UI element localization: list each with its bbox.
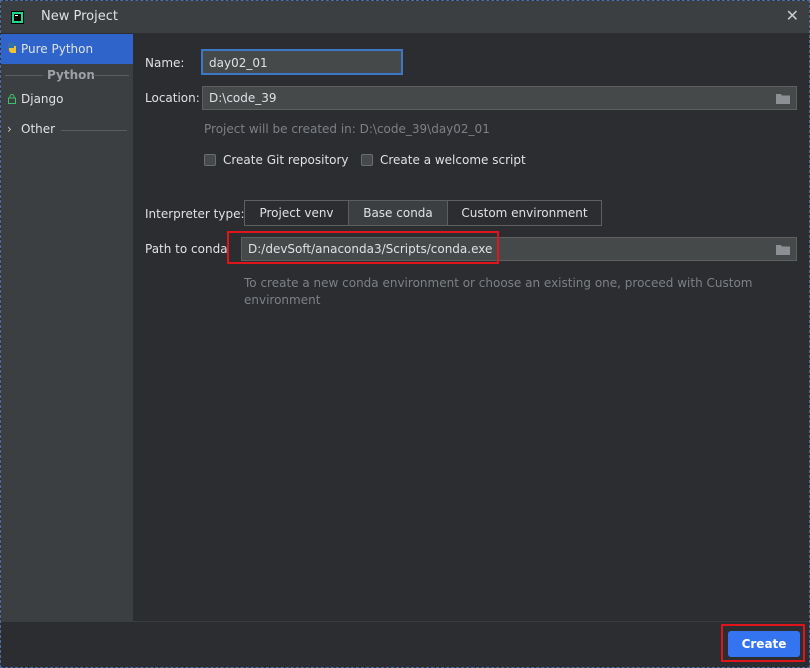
sidebar-item-label: Django <box>21 92 64 106</box>
location-field[interactable]: D:\code_39 <box>202 86 797 110</box>
sidebar-item-django[interactable]: Django <box>1 84 133 114</box>
close-icon[interactable]: ✕ <box>786 7 799 25</box>
location-label: Location: <box>145 91 200 105</box>
sidebar-item-label: Pure Python <box>21 42 94 56</box>
welcome-script-checkbox[interactable] <box>361 154 373 166</box>
sidebar-item-other[interactable]: › Other <box>1 114 133 144</box>
tab-project-venv[interactable]: Project venv <box>244 200 349 226</box>
name-label: Name: <box>145 56 185 70</box>
tab-base-conda[interactable]: Base conda <box>348 200 448 226</box>
pycharm-app-icon <box>11 11 24 24</box>
sidebar-section-header: Python <box>1 68 133 84</box>
folder-icon[interactable] <box>776 93 790 104</box>
project-path-hint: Project will be created in: D:\code_39\d… <box>204 122 490 136</box>
highlight-box <box>227 231 499 264</box>
conda-hint-line-2: environment <box>244 293 321 307</box>
folder-icon[interactable] <box>776 244 790 255</box>
sidebar-item-label: Other <box>21 122 56 136</box>
git-checkbox[interactable] <box>204 154 216 166</box>
git-checkbox-label[interactable]: Create Git repository <box>223 153 349 167</box>
name-field[interactable]: day02_01 <box>201 49 403 75</box>
chevron-right-icon: › <box>7 122 12 136</box>
footer-divider <box>1 621 809 622</box>
conda-hint-line-1: To create a new conda environment or cho… <box>244 276 753 290</box>
highlight-box <box>721 624 805 662</box>
project-type-sidebar: Pure Python Python Django › Other <box>1 34 133 621</box>
python-icon <box>8 43 16 53</box>
welcome-script-checkbox-label[interactable]: Create a welcome script <box>380 153 526 167</box>
tab-custom-environment[interactable]: Custom environment <box>447 200 602 226</box>
divider <box>61 130 127 131</box>
interpreter-type-label: Interpreter type: <box>145 207 245 221</box>
window-title: New Project <box>41 9 118 24</box>
title-bar: New Project ✕ <box>1 1 809 33</box>
sidebar-item-pure-python[interactable]: Pure Python <box>1 34 133 64</box>
conda-path-label: Path to conda <box>145 242 228 256</box>
new-project-dialog: New Project ✕ Pure Python Python Django … <box>0 0 810 668</box>
lock-icon <box>8 94 16 104</box>
